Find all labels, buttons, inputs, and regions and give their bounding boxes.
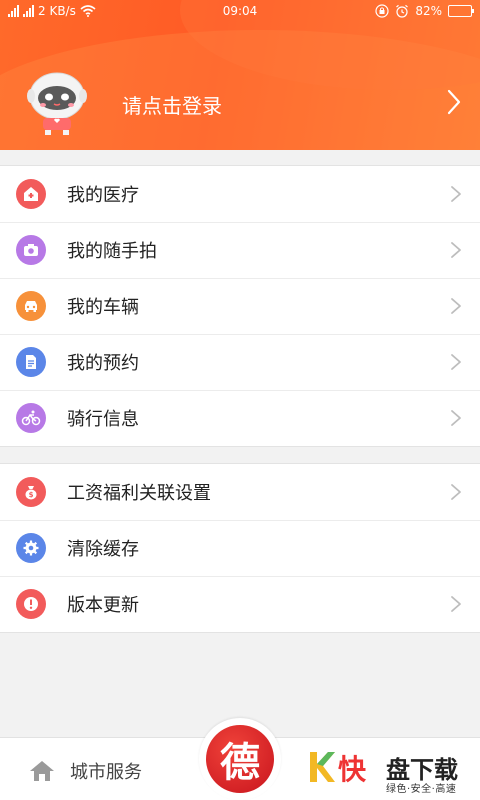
car-icon [16, 291, 46, 321]
gear-icon [16, 533, 46, 563]
chevron-right-icon [451, 484, 461, 500]
status-bar: 2 KB/s 09:04 82% [0, 0, 480, 24]
menu-item-label: 我的随手拍 [67, 241, 157, 262]
lock-rotation-icon [375, 4, 389, 18]
battery-icon [448, 5, 474, 17]
chevron-right-icon [451, 354, 461, 370]
menu-item-version-update[interactable]: 版本更新 [0, 576, 480, 632]
menu-item-cycling-info[interactable]: 骑行信息 [0, 390, 480, 446]
chevron-right-icon [451, 596, 461, 612]
robot-avatar[interactable] [25, 68, 89, 136]
menu-item-my-medical[interactable]: 我的医疗 [0, 166, 480, 222]
profile-header: 2 KB/s 09:04 82% 请点击登录 [0, 0, 480, 150]
bicycle-icon [16, 403, 46, 433]
medical-icon [16, 179, 46, 209]
menu-item-label: 骑行信息 [67, 409, 139, 430]
svg-text:$: $ [29, 491, 34, 499]
home-icon [30, 761, 54, 781]
battery-percent: 82% [415, 4, 442, 18]
menu-item-label: 我的车辆 [67, 297, 139, 318]
chevron-right-icon [451, 186, 461, 202]
brand-kuai: 快 [338, 753, 367, 786]
alarm-icon [396, 4, 409, 18]
menu-item-my-vehicles[interactable]: 我的车辆 [0, 278, 480, 334]
menu-item-my-snapshots[interactable]: 我的随手拍 [0, 222, 480, 278]
menu-group-primary: 我的医疗 我的随手拍 我的车辆 我的预约 骑行信息 [0, 165, 480, 447]
menu-item-label: 清除缓存 [67, 539, 139, 560]
menu-item-label: 版本更新 [67, 595, 139, 616]
brand-watermark: 快 盘下载 绿色·安全·高速 [308, 746, 478, 796]
menu-group-settings: $ 工资福利关联设置 清除缓存 版本更新 [0, 463, 480, 633]
document-icon [16, 347, 46, 377]
menu-item-clear-cache[interactable]: 清除缓存 [0, 520, 480, 576]
chevron-right-icon [451, 298, 461, 314]
tab-city-service-label: 城市服务 [70, 762, 142, 783]
chevron-right-icon [451, 410, 461, 426]
login-prompt[interactable]: 请点击登录 [122, 90, 222, 119]
menu-item-label: 我的预约 [67, 353, 139, 374]
brand-slogan: 绿色·安全·高速 [386, 784, 457, 795]
chevron-right-icon[interactable] [444, 88, 464, 116]
k-logo-icon [310, 752, 335, 782]
menu-item-my-appointments[interactable]: 我的预约 [0, 334, 480, 390]
chevron-right-icon [451, 242, 461, 258]
money-bag-icon: $ [16, 477, 46, 507]
center-action-button[interactable]: 德 [199, 718, 281, 800]
menu-item-label: 我的医疗 [67, 185, 139, 206]
center-button-logo: 德 [206, 725, 274, 793]
camera-icon [16, 235, 46, 265]
exclamation-icon [16, 589, 46, 619]
menu-item-salary-settings[interactable]: $ 工资福利关联设置 [0, 464, 480, 520]
menu-item-label: 工资福利关联设置 [67, 483, 211, 504]
tab-city-service[interactable]: 城市服务 [28, 758, 142, 784]
status-right: 82% [375, 4, 474, 18]
